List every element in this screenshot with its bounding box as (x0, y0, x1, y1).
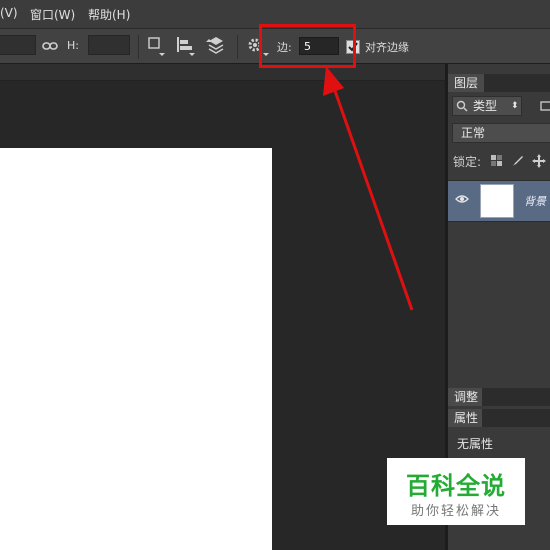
annotation-arrow (323, 66, 414, 311)
